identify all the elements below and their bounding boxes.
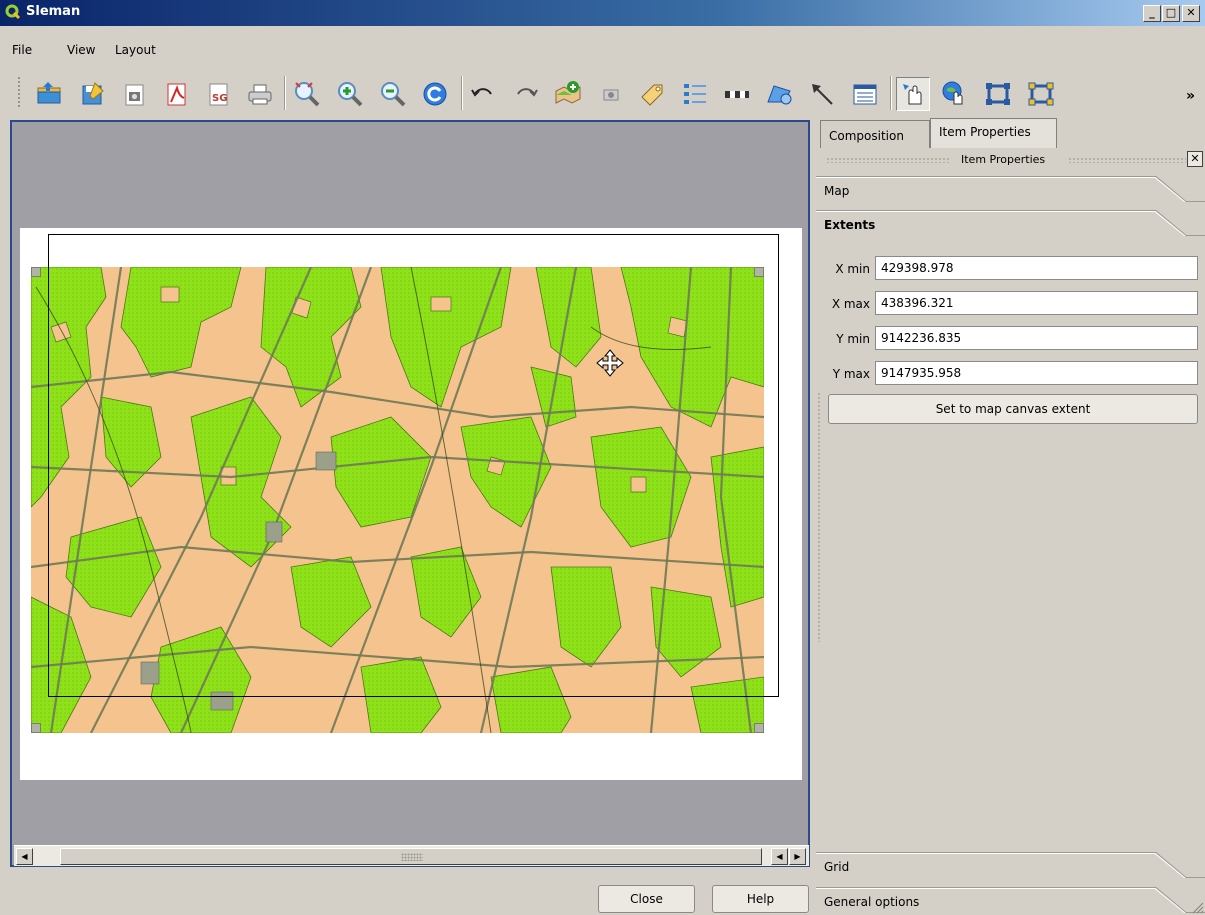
dock-title: Item Properties — [961, 153, 1046, 166]
section-extents[interactable]: Extents — [816, 210, 1205, 236]
menu-file[interactable]: File — [12, 43, 32, 57]
qgis-logo-icon — [5, 4, 21, 20]
help-button[interactable]: Help — [712, 885, 809, 913]
redo-icon[interactable] — [509, 77, 543, 111]
export-image-icon[interactable] — [117, 77, 151, 111]
scrollbar-thumb[interactable] — [60, 848, 762, 865]
section-grid-label: Grid — [824, 860, 850, 874]
add-table-icon[interactable] — [848, 77, 882, 111]
minimize-button[interactable]: _ — [1143, 5, 1161, 22]
add-arrow-icon[interactable] — [805, 77, 839, 111]
section-extents-label: Extents — [824, 218, 876, 232]
splitter-handle[interactable] — [817, 392, 821, 642]
composer-window: Sleman _ □ ✕ File View Layout SG » ◀ ◀ ▶… — [0, 0, 1205, 915]
tab-item-properties[interactable]: Item Properties — [930, 118, 1057, 148]
ymax-label: Y max — [832, 367, 870, 381]
ymin-label: Y min — [836, 332, 870, 346]
toolbar-separator — [461, 76, 463, 110]
select-move-item-icon[interactable] — [896, 77, 930, 111]
section-grid[interactable]: Grid — [816, 852, 1205, 878]
toolbar: SG » — [0, 64, 1205, 118]
section-map[interactable]: Map — [816, 176, 1205, 202]
zoom-in-icon[interactable] — [333, 77, 367, 111]
load-template-icon[interactable] — [32, 77, 66, 111]
undo-icon[interactable] — [466, 77, 500, 111]
scroll-left-button-end[interactable]: ◀ — [771, 848, 788, 865]
maximize-button[interactable]: □ — [1162, 5, 1180, 22]
print-icon[interactable] — [243, 77, 277, 111]
ymin-input[interactable] — [875, 326, 1198, 350]
toolbar-separator — [890, 76, 892, 110]
paper-page[interactable] — [20, 228, 802, 780]
close-window-button[interactable]: ✕ — [1182, 5, 1200, 22]
title-bar[interactable]: Sleman _ □ ✕ — [0, 0, 1205, 26]
ymax-input[interactable] — [875, 361, 1198, 385]
section-map-label: Map — [824, 184, 850, 198]
dock-title-bar[interactable]: Item Properties — [820, 150, 1205, 170]
save-template-icon[interactable] — [75, 77, 109, 111]
section-general-options-label: General options — [824, 895, 920, 909]
resize-handle-bottom-right[interactable] — [754, 723, 764, 733]
resize-grip-icon[interactable] — [1190, 900, 1204, 914]
resize-handle-top-left[interactable] — [31, 267, 41, 277]
scroll-right-button[interactable]: ▶ — [789, 848, 806, 865]
toolbar-grip[interactable] — [17, 76, 21, 108]
move-cursor-icon — [596, 349, 624, 377]
group-items-icon[interactable] — [981, 77, 1015, 111]
composer-canvas[interactable] — [10, 120, 810, 867]
close-button[interactable]: Close — [598, 885, 695, 913]
xmin-input[interactable] — [875, 256, 1198, 280]
ungroup-items-icon[interactable] — [1024, 77, 1058, 111]
xmax-label: X max — [831, 297, 870, 311]
toolbar-overflow-button[interactable]: » — [1186, 88, 1195, 104]
menu-layout[interactable]: Layout — [115, 43, 156, 57]
section-general-options[interactable]: General options — [816, 887, 1205, 913]
add-scalebar-icon[interactable] — [720, 77, 754, 111]
export-svg-icon[interactable]: SG — [201, 77, 235, 111]
toolbar-separator — [284, 76, 286, 110]
map-item-frame[interactable] — [48, 234, 779, 697]
export-pdf-icon[interactable] — [159, 77, 193, 111]
item-properties-panel: Composition Item Properties Item Propert… — [816, 118, 1205, 915]
add-shape-icon[interactable] — [762, 77, 796, 111]
add-legend-icon[interactable] — [678, 77, 712, 111]
xmin-label: X min — [835, 262, 870, 276]
resize-handle-bottom-left[interactable] — [31, 723, 41, 733]
add-map-icon[interactable] — [551, 77, 585, 111]
scroll-left-button[interactable]: ◀ — [16, 848, 33, 865]
tab-composition[interactable]: Composition — [820, 120, 930, 148]
window-title: Sleman — [26, 4, 81, 19]
svg-text:SG: SG — [212, 93, 227, 104]
refresh-icon[interactable] — [418, 77, 452, 111]
move-item-content-icon[interactable] — [938, 77, 972, 111]
set-to-map-canvas-extent-button[interactable]: Set to map canvas extent — [828, 394, 1198, 424]
zoom-full-icon[interactable] — [290, 77, 324, 111]
dock-close-button[interactable]: ✕ — [1187, 151, 1203, 167]
zoom-out-icon[interactable] — [376, 77, 410, 111]
menu-view[interactable]: View — [67, 43, 95, 57]
add-label-icon[interactable] — [636, 77, 670, 111]
add-image-icon[interactable] — [594, 77, 628, 111]
horizontal-scrollbar[interactable]: ◀ ◀ ▶ — [14, 845, 809, 866]
xmax-input[interactable] — [875, 291, 1198, 315]
resize-handle-top-right[interactable] — [754, 267, 764, 277]
